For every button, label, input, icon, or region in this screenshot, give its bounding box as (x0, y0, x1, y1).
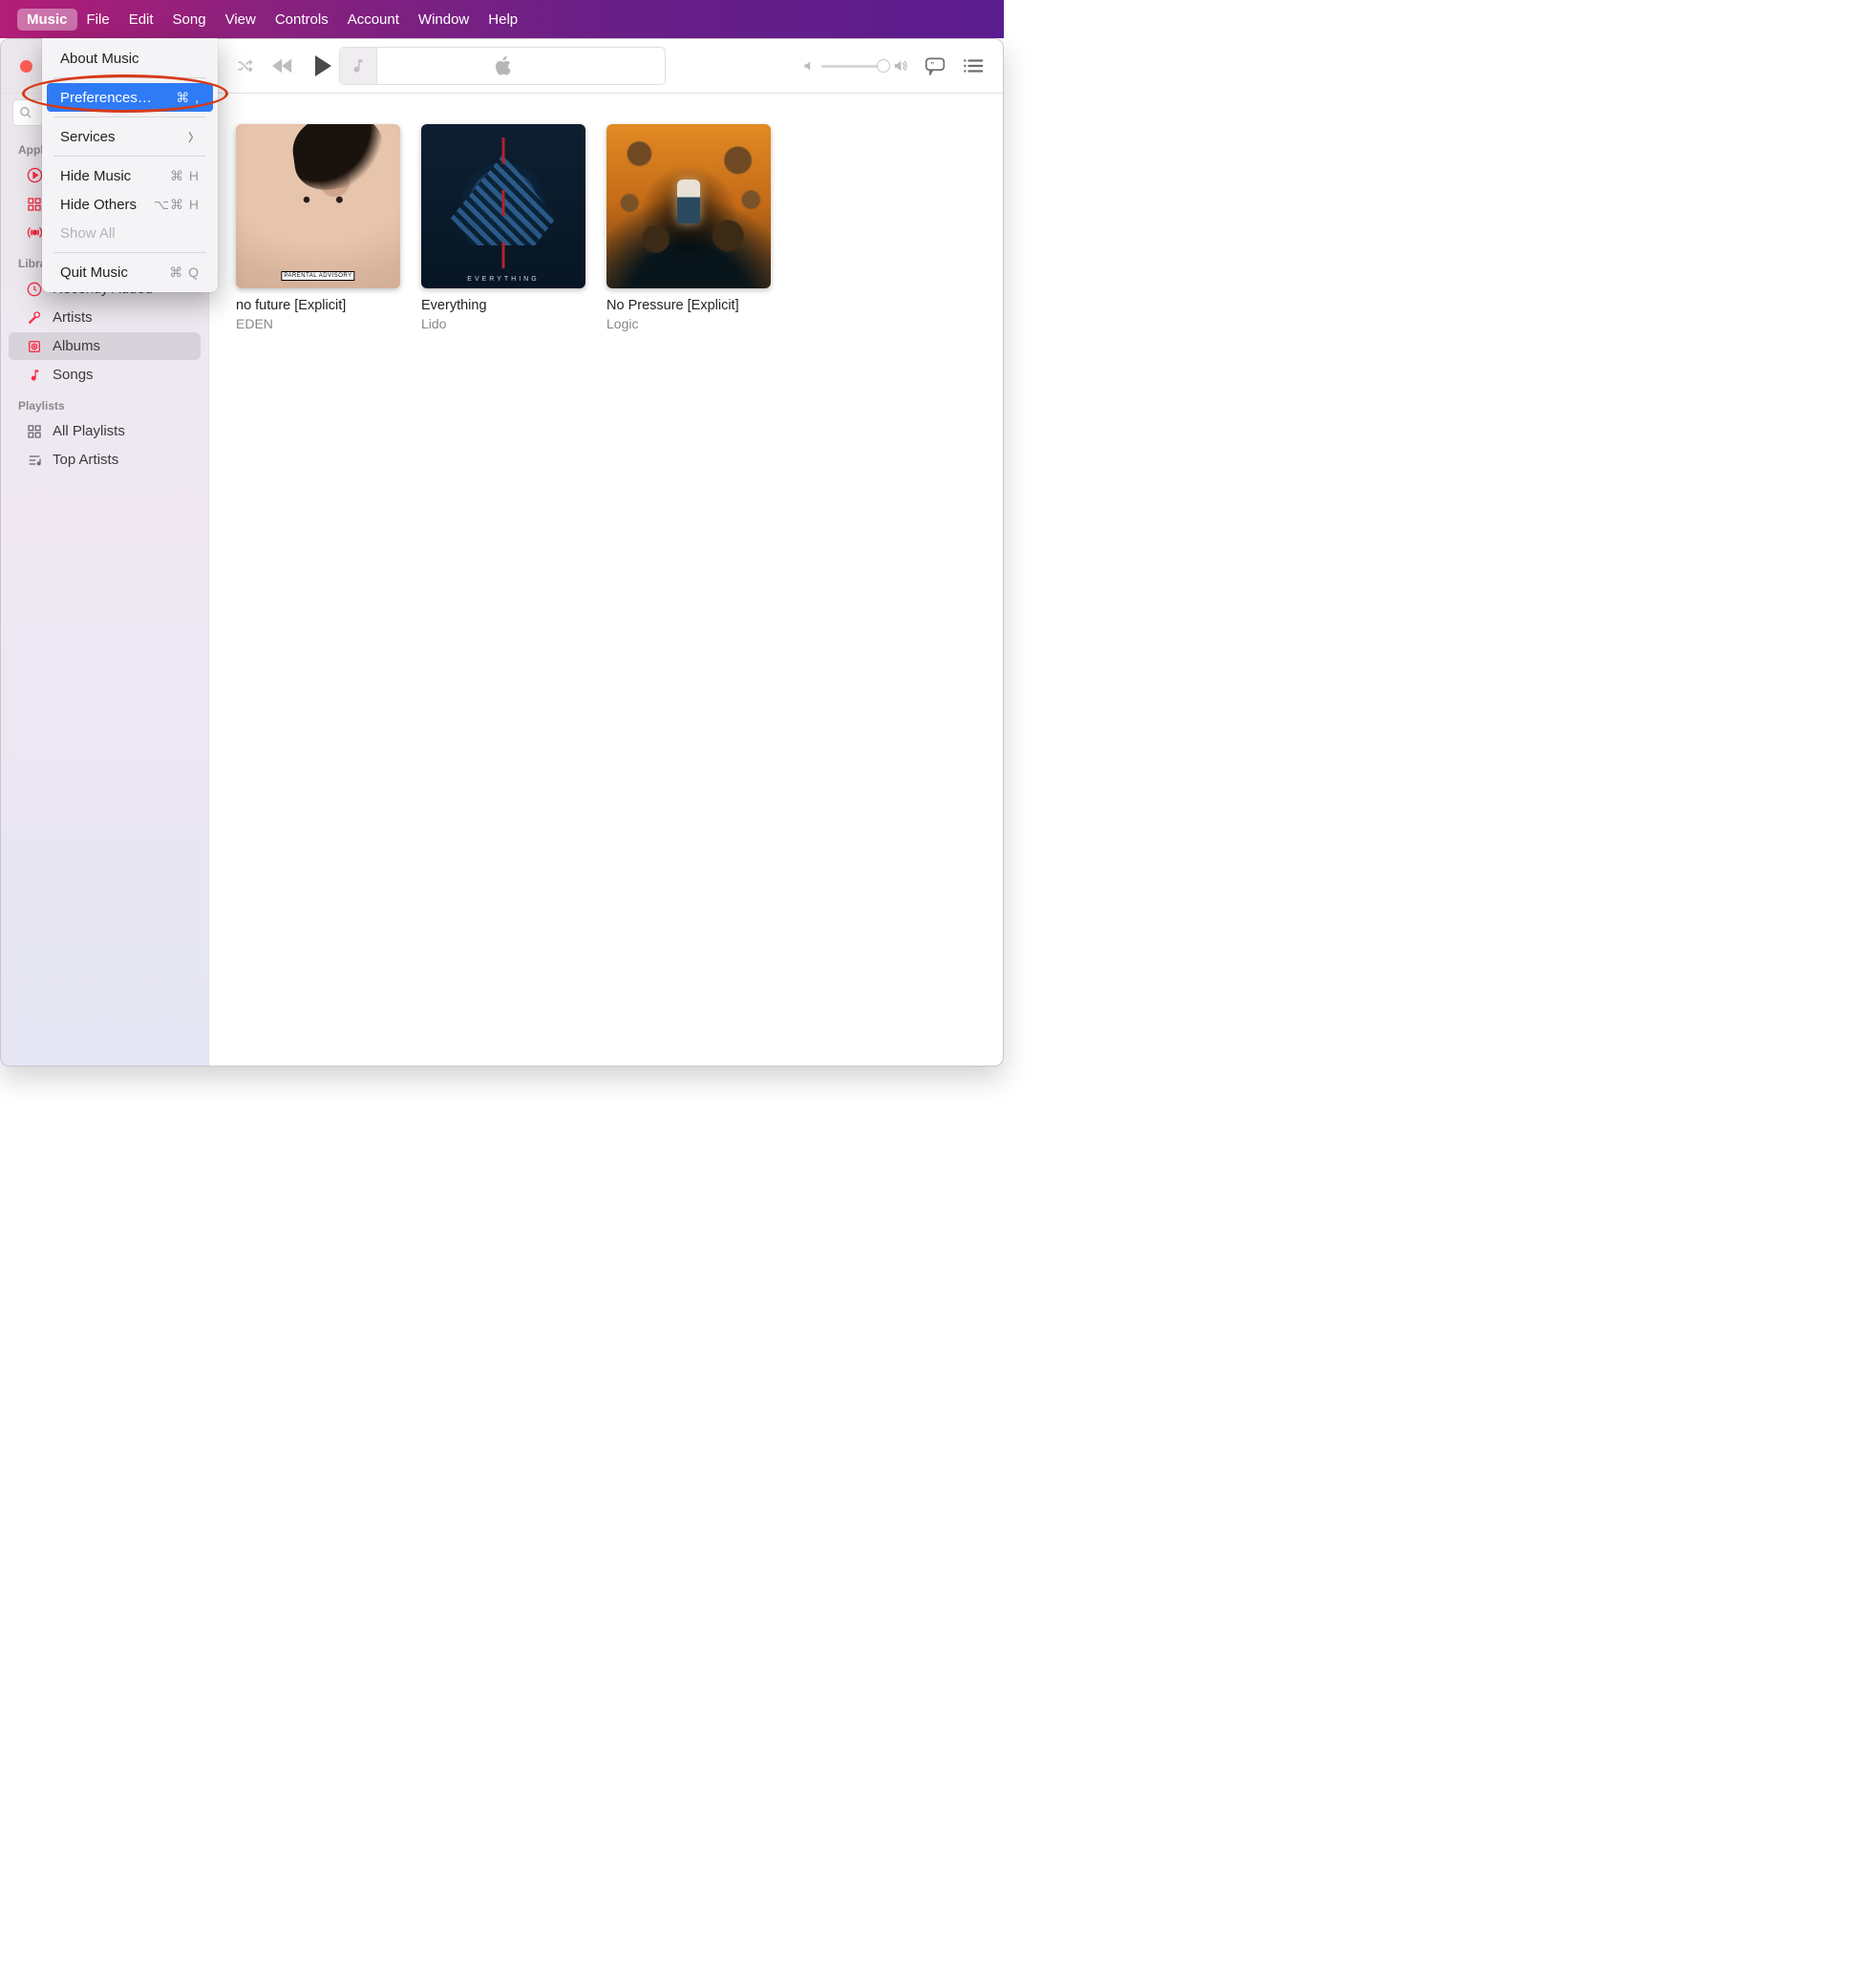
menu-separator (53, 116, 206, 117)
menu-label: Hide Others (60, 197, 137, 213)
menu-about-music[interactable]: About Music (47, 44, 213, 73)
apple-logo-icon (493, 55, 512, 76)
volume-track[interactable] (821, 65, 886, 68)
menu-label: About Music (60, 51, 139, 67)
menu-preferences[interactable]: Preferences… ⌘ , (47, 83, 213, 112)
sidebar-item-songs[interactable]: Songs (9, 361, 201, 389)
album-title: no future [Explicit] (236, 298, 400, 314)
album-title: No Pressure [Explicit] (606, 298, 771, 314)
menu-label: Quit Music (60, 264, 128, 281)
lyrics-button[interactable]: ” (925, 56, 946, 75)
sidebar-section-playlists: Playlists (1, 390, 208, 416)
album-icon (26, 339, 43, 354)
playlist-icon (26, 453, 43, 468)
menu-shortcut: ⌘ , (176, 90, 200, 106)
menu-shortcut: ⌘ H (170, 168, 200, 184)
menubar-item-window[interactable]: Window (409, 9, 479, 31)
note-icon (26, 368, 43, 383)
album-card[interactable]: PARENTAL ADVISORY no future [Explicit] E… (236, 124, 400, 331)
play-circle-icon (26, 167, 43, 183)
album-cover[interactable] (606, 124, 771, 288)
sidebar-item-label: Albums (53, 338, 100, 354)
album-artist: Logic (606, 316, 771, 331)
menu-show-all: Show All (47, 219, 213, 247)
sidebar-item-all-playlists[interactable]: All Playlists (9, 417, 201, 445)
music-app-menu-dropdown: About Music Preferences… ⌘ , Services 〉 … (42, 38, 218, 292)
sidebar-item-albums[interactable]: Albums (9, 332, 201, 360)
chevron-right-icon: 〉 (188, 129, 200, 145)
menu-separator (53, 252, 206, 253)
menu-shortcut: ⌘ Q (169, 264, 200, 281)
menu-label: Preferences… (60, 90, 152, 106)
menubar-item-account[interactable]: Account (338, 9, 409, 31)
menu-hide-others[interactable]: Hide Others ⌥⌘ H (47, 190, 213, 219)
menu-hide-music[interactable]: Hide Music ⌘ H (47, 161, 213, 190)
menubar-item-controls[interactable]: Controls (266, 9, 338, 31)
cover-caption: EVERYTHING (467, 276, 539, 283)
shuffle-button[interactable] (236, 57, 253, 74)
volume-knob[interactable] (877, 59, 890, 73)
menu-label: Hide Music (60, 168, 131, 184)
menubar-item-edit[interactable]: Edit (119, 9, 163, 31)
menubar-item-view[interactable]: View (216, 9, 266, 31)
menu-shortcut: ⌥⌘ H (154, 197, 200, 213)
albums-grid: PARENTAL ADVISORY no future [Explicit] E… (236, 124, 976, 331)
menu-services[interactable]: Services 〉 (47, 122, 213, 151)
toolbar-right-tools: ” (802, 56, 984, 75)
svg-text:”: ” (930, 60, 934, 69)
menubar-item-song[interactable]: Song (163, 9, 216, 31)
play-button[interactable] (312, 54, 333, 77)
queue-button[interactable] (963, 57, 984, 74)
search-icon (19, 106, 32, 119)
menu-label: Services (60, 129, 116, 145)
menu-separator (53, 77, 206, 78)
album-card[interactable]: EVERYTHING Everything Lido (421, 124, 585, 331)
album-title: Everything (421, 298, 585, 314)
now-playing-art-placeholder (340, 48, 377, 84)
album-artist: EDEN (236, 316, 400, 331)
volume-high-icon (892, 58, 907, 74)
album-card[interactable]: No Pressure [Explicit] Logic (606, 124, 771, 331)
now-playing-lcd[interactable] (339, 47, 666, 85)
menu-label: Show All (60, 225, 116, 242)
grid-icon (26, 197, 43, 212)
volume-low-icon (802, 59, 816, 73)
previous-button[interactable] (272, 57, 293, 74)
[interactable]: PARENTAL ADVISORY (236, 124, 400, 288)
sidebar-item-top-artists[interactable]: Top Artists (9, 446, 201, 474)
main-content-albums: PARENTAL ADVISORY no future [Explicit] E… (209, 94, 1003, 1066)
sidebar-item-label: Top Artists (53, 452, 118, 468)
sidebar-item-label: All Playlists (53, 423, 125, 439)
mac-menubar: Music File Edit Song View Controls Accou… (0, 0, 1004, 38)
album-artist: Lido (421, 316, 585, 331)
sidebar-item-artists[interactable]: Artists (9, 304, 201, 331)
menubar-item-help[interactable]: Help (479, 9, 527, 31)
sidebar-item-label: Songs (53, 367, 94, 383)
menu-quit-music[interactable]: Quit Music ⌘ Q (47, 258, 213, 286)
album-cover[interactable]: EVERYTHING (421, 124, 585, 288)
sidebar-item-label: Artists (53, 309, 93, 326)
radio-icon (26, 224, 43, 241)
volume-slider[interactable] (802, 58, 907, 74)
parental-advisory-badge: PARENTAL ADVISORY (281, 271, 354, 281)
window-close-button[interactable] (20, 60, 32, 73)
menu-separator (53, 156, 206, 157)
menubar-item-music[interactable]: Music (17, 9, 77, 31)
menubar-item-file[interactable]: File (77, 9, 119, 31)
mic-icon (26, 310, 43, 326)
clock-icon (26, 282, 43, 297)
playlist-grid-icon (26, 424, 43, 439)
